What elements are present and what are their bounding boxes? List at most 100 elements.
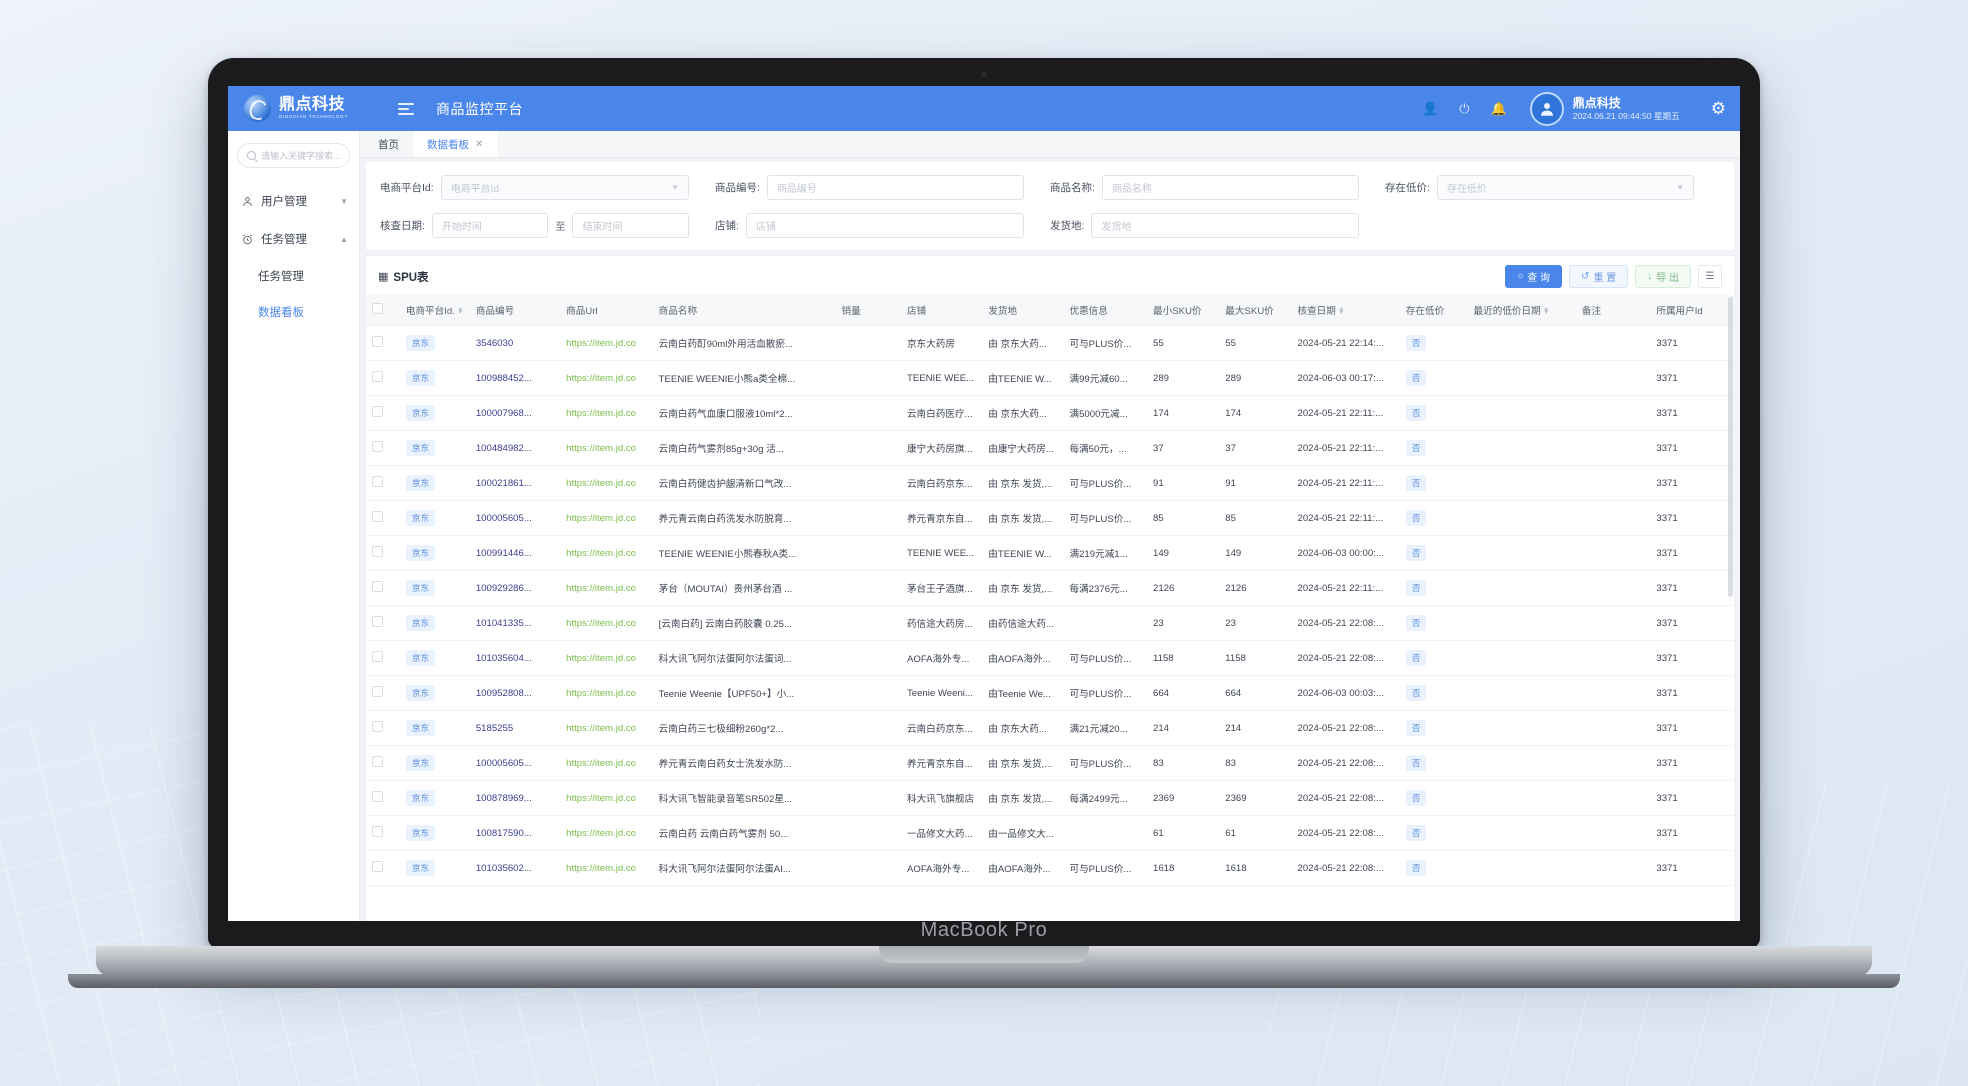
- cell-code[interactable]: 5185255: [469, 710, 561, 746]
- row-checkbox[interactable]: [372, 581, 383, 592]
- cell-url[interactable]: https://item.jd.co: [560, 500, 653, 536]
- cell-code[interactable]: 100878969...: [469, 780, 561, 816]
- row-checkbox[interactable]: [372, 826, 383, 837]
- cell-url[interactable]: https://item.jd.co: [560, 675, 653, 711]
- row-checkbox[interactable]: [372, 756, 383, 767]
- query-button[interactable]: ○ 查 询: [1505, 265, 1563, 288]
- table-row[interactable]: 京东 100007968... https://item.jd.co 云南白药气血康口…: [366, 395, 1734, 431]
- product-name-input[interactable]: 商品名称: [1101, 175, 1359, 200]
- row-checkbox[interactable]: [372, 651, 383, 662]
- menu-collapse-icon[interactable]: [398, 102, 414, 115]
- close-icon[interactable]: ✕: [475, 139, 483, 150]
- sidebar-item-user-management[interactable]: 用户管理 ▼: [228, 182, 359, 220]
- cell-url[interactable]: https://item.jd.co: [560, 745, 653, 781]
- row-checkbox[interactable]: [372, 721, 383, 732]
- row-checkbox[interactable]: [372, 336, 383, 347]
- brand-logo[interactable]: 鼎点科技 DINGDIAN TECHNOLOGY: [244, 95, 396, 122]
- table-row[interactable]: 京东 101035602... https://item.jd.co 科大讯飞阿尔法蛋…: [366, 850, 1734, 886]
- gear-icon[interactable]: ⚙: [1711, 99, 1726, 119]
- row-checkbox[interactable]: [372, 406, 383, 417]
- table-row[interactable]: 京东 100021861... https://item.jd.co 云南白药健齿护龈…: [366, 465, 1734, 501]
- product-code-input[interactable]: 商品编号: [766, 175, 1024, 200]
- cell-code[interactable]: 100021861...: [469, 465, 561, 501]
- tab-data-dashboard[interactable]: 数据看板 ✕: [413, 131, 498, 157]
- cell-url[interactable]: https://item.jd.co: [560, 325, 653, 361]
- vertical-scrollbar[interactable]: [1728, 295, 1733, 921]
- sort-icon[interactable]: ▲ ▼: [1543, 306, 1550, 317]
- cell-url[interactable]: https://item.jd.co: [560, 850, 653, 886]
- table-row[interactable]: 京东 100929286... https://item.jd.co 茅台（MOUTA…: [366, 570, 1734, 606]
- platform-id-select[interactable]: 电商平台Id ▼: [440, 175, 689, 200]
- power-icon[interactable]: ⏻: [1459, 102, 1469, 115]
- cell-code[interactable]: 100484982...: [469, 430, 561, 466]
- cell-code[interactable]: 3546030: [469, 325, 561, 361]
- row-checkbox[interactable]: [372, 511, 383, 522]
- table-row[interactable]: 京东 100878969... https://item.jd.co 科大讯飞智能录音…: [366, 780, 1734, 816]
- cell-code[interactable]: 101041335...: [469, 605, 561, 641]
- shop-input[interactable]: 店铺: [745, 213, 1024, 238]
- ship-from-input[interactable]: 发货地: [1091, 213, 1359, 238]
- row-checkbox[interactable]: [372, 686, 383, 697]
- sort-icon[interactable]: ▲ ▼: [457, 306, 464, 317]
- cell-code[interactable]: 100817590...: [469, 815, 561, 851]
- cell-url[interactable]: https://item.jd.co: [560, 710, 653, 746]
- cell-url[interactable]: https://item.jd.co: [560, 815, 653, 851]
- column-header-recent_low_date[interactable]: 最近的低价日期 ▲ ▼: [1467, 295, 1576, 326]
- row-checkbox[interactable]: [372, 861, 383, 872]
- row-checkbox[interactable]: [372, 616, 383, 627]
- sidebar-subitem-data-dashboard[interactable]: 数据看板: [228, 294, 359, 330]
- table-row[interactable]: 京东 100005605... https://item.jd.co 养元青云南白药洗…: [366, 500, 1734, 536]
- cell-url[interactable]: https://item.jd.co: [560, 570, 653, 606]
- cell-url[interactable]: https://item.jd.co: [560, 535, 653, 571]
- sidebar-subitem-task-management[interactable]: 任务管理: [228, 258, 359, 294]
- row-checkbox[interactable]: [372, 371, 383, 382]
- table-row[interactable]: 京东 101041335... https://item.jd.co [云南白药] 云…: [366, 605, 1734, 641]
- row-checkbox[interactable]: [372, 476, 383, 487]
- cell-url[interactable]: https://item.jd.co: [560, 465, 653, 501]
- sort-icon[interactable]: ▲ ▼: [1338, 306, 1345, 317]
- table-row[interactable]: 京东 3546030 https://item.jd.co 云南白药酊90ml外用活血…: [366, 325, 1734, 361]
- table-row[interactable]: 京东 100005605... https://item.jd.co 养元青云南白药女…: [366, 745, 1734, 781]
- column-header-check_date[interactable]: 核查日期 ▲ ▼: [1291, 295, 1400, 326]
- cell-url[interactable]: https://item.jd.co: [560, 360, 653, 396]
- cell-code[interactable]: 100005605...: [469, 500, 561, 536]
- sidebar-item-task-management[interactable]: 任务管理 ▲: [228, 220, 359, 258]
- sidebar-search[interactable]: [237, 143, 350, 168]
- row-checkbox[interactable]: [372, 546, 383, 557]
- tab-home[interactable]: 首页: [364, 131, 413, 157]
- reset-button[interactable]: ↺ 重 置: [1569, 265, 1629, 288]
- cell-code[interactable]: 101035602...: [469, 850, 561, 886]
- start-date-input[interactable]: 开始时间: [431, 213, 549, 238]
- scrollbar-thumb[interactable]: [1728, 297, 1733, 597]
- low-price-select[interactable]: 存在低价 ▼: [1436, 175, 1694, 200]
- cell-url[interactable]: https://item.jd.co: [560, 780, 653, 816]
- cell-code[interactable]: 100929286...: [469, 570, 561, 606]
- cell-code[interactable]: 100952808...: [469, 675, 561, 711]
- cell-code[interactable]: 100005605...: [469, 745, 561, 781]
- column-settings-button[interactable]: ☰: [1698, 265, 1722, 288]
- cell-url[interactable]: https://item.jd.co: [560, 395, 653, 431]
- cell-url[interactable]: https://item.jd.co: [560, 640, 653, 676]
- cell-code[interactable]: 101035604...: [469, 640, 561, 676]
- table-row[interactable]: 京东 100484982... https://item.jd.co 云南白药气雾剂8…: [366, 430, 1734, 466]
- row-checkbox[interactable]: [372, 441, 383, 452]
- table-row[interactable]: 京东 100817590... https://item.jd.co 云南白药 云南白…: [366, 815, 1734, 851]
- table-row[interactable]: 京东 101035604... https://item.jd.co 科大讯飞阿尔法蛋…: [366, 640, 1734, 676]
- cell-url[interactable]: https://item.jd.co: [560, 605, 653, 641]
- select-all-checkbox[interactable]: [372, 303, 383, 314]
- cell-code[interactable]: 100991446...: [469, 535, 561, 571]
- user-icon[interactable]: 👤: [1422, 102, 1438, 115]
- cell-code[interactable]: 100988452...: [469, 360, 561, 396]
- cell-url[interactable]: https://item.jd.co: [560, 430, 653, 466]
- end-date-input[interactable]: 结束时间: [572, 213, 690, 238]
- user-profile[interactable]: 鼎点科技 2024.06.21 09:44:50 星期五: [1529, 91, 1680, 126]
- search-input[interactable]: [261, 150, 340, 161]
- table-row[interactable]: 京东 5185255 https://item.jd.co 云南白药三七极细粉260g…: [366, 710, 1734, 746]
- table-row[interactable]: 京东 100988452... https://item.jd.co TEENIE W…: [366, 360, 1734, 396]
- table-row[interactable]: 京东 100991446... https://item.jd.co TEENIE W…: [366, 535, 1734, 571]
- column-header-platform[interactable]: 电商平台Id. ▲ ▼: [399, 295, 470, 326]
- bell-icon[interactable]: 🔔: [1491, 102, 1507, 115]
- row-checkbox[interactable]: [372, 791, 383, 802]
- cell-code[interactable]: 100007968...: [469, 395, 561, 431]
- export-button[interactable]: ↓ 导 出: [1635, 265, 1691, 288]
